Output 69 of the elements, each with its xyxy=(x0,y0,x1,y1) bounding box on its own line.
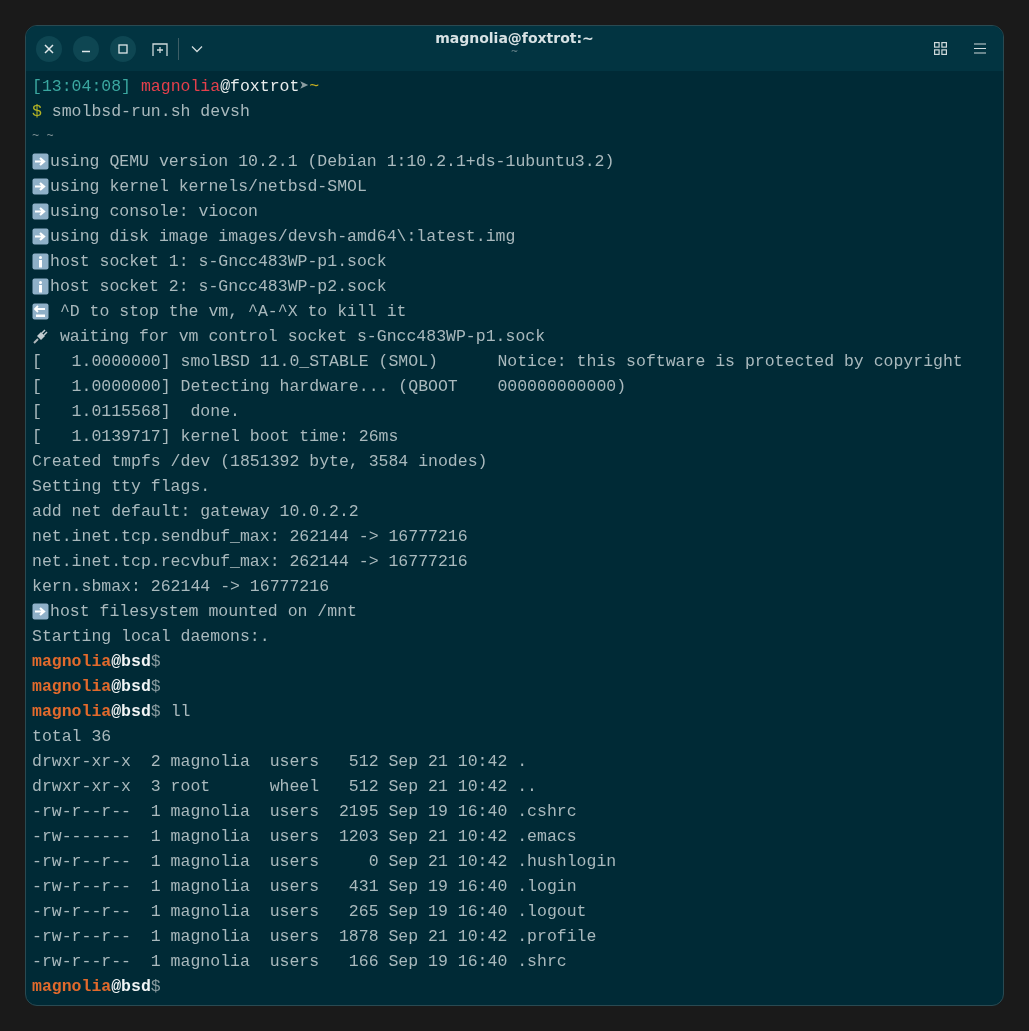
terminal-text: using QEMU version 10.2.1 (Debian 1:10.2.1+ds-1ubuntu3.2) xyxy=(50,151,615,173)
username: magnolia xyxy=(32,651,112,673)
new-tab-icon xyxy=(152,41,168,56)
chevron-down-icon xyxy=(191,44,203,53)
window-subtitle: ~ xyxy=(510,46,519,56)
close-button[interactable] xyxy=(36,35,62,62)
terminal-text: -rw-r--r-- 1 magnolia users 2195 Sep 19 16:40 .cshrc xyxy=(32,801,577,823)
terminal-text: -rw-r--r-- 1 magnolia users 265 Sep 19 16:40 .logout xyxy=(32,901,587,923)
timestamp: [13:04:08] xyxy=(32,76,133,98)
terminal-text: ~ ~ xyxy=(32,128,54,145)
plug-icon xyxy=(32,328,49,345)
hostname: @bsd xyxy=(111,651,151,673)
terminal-text: waiting for vm control socket s-Gncc483WP-p1.sock xyxy=(58,326,546,348)
terminal-text: -rw------- 1 magnolia users 1203 Sep 21 10:42 .emacs xyxy=(32,826,577,848)
prompt-symbol: $ xyxy=(150,651,161,673)
prompt-symbol: $ xyxy=(32,101,43,123)
terminal-text: drwxr-xr-x 2 magnolia users 512 Sep 21 10:42 . xyxy=(32,751,528,773)
hostname: @foxtrot xyxy=(220,76,300,98)
terminal-text: add net default: gateway 10.0.2.2 xyxy=(32,501,359,523)
username: magnolia xyxy=(32,701,112,723)
terminal-text: net.inet.tcp.sendbuf_max: 262144 -> 16777216 xyxy=(32,526,468,548)
prompt-symbol: $ xyxy=(150,976,161,998)
current-directory: ~ xyxy=(309,76,320,98)
username: magnolia xyxy=(32,976,112,998)
maximize-button[interactable] xyxy=(110,35,136,62)
right-arrow-icon xyxy=(32,153,49,170)
terminal-text: Created tmpfs /dev (1851392 byte, 3584 inodes) xyxy=(32,451,488,473)
terminal-text: total 36 xyxy=(32,726,112,748)
terminal-text: [ 1.0139717] kernel boot time: 26ms xyxy=(32,426,399,448)
right-arrow-icon xyxy=(32,203,49,220)
username: magnolia xyxy=(140,76,221,98)
info-icon xyxy=(32,253,49,270)
hostname: @bsd xyxy=(111,701,151,723)
terminal-text: host socket 1: s-Gncc483WP-p1.sock xyxy=(50,251,387,273)
terminal-text: using kernel kernels/netbsd-SMOL xyxy=(50,176,367,198)
terminal-text: ll xyxy=(169,701,191,723)
terminal-text: drwxr-xr-x 3 root wheel 512 Sep 21 10:42 .. xyxy=(32,776,537,798)
window-title: magnolia@foxtrot:~ xyxy=(435,30,594,46)
terminal-text: host socket 2: s-Gncc483WP-p2.sock xyxy=(50,276,387,298)
terminal-text: kern.sbmax: 262144 -> 16777216 xyxy=(32,576,330,598)
prompt-symbol: $ xyxy=(150,701,161,723)
hostname: @bsd xyxy=(111,676,151,698)
terminal-text: ^D to stop the vm, ^A-^X to kill it xyxy=(58,301,407,323)
info-icon xyxy=(32,278,49,295)
terminal-text: Setting tty flags. xyxy=(32,476,211,498)
terminal-text: host filesystem mounted on /mnt xyxy=(50,601,357,623)
terminal-text: -rw-r--r-- 1 magnolia users 166 Sep 19 16:40 .shrc xyxy=(32,951,567,973)
terminal-text: using console: viocon xyxy=(50,201,258,223)
close-icon xyxy=(44,43,54,54)
terminal-text: [ 1.0000000] smolBSD 11.0_STABLE (SMOL) Notice: this software is protected by copyright xyxy=(32,351,963,373)
username: magnolia xyxy=(32,676,112,698)
right-arrow-icon xyxy=(32,178,49,195)
menu-icon xyxy=(974,43,986,54)
right-arrow-icon xyxy=(32,228,49,245)
grid-icon xyxy=(933,42,947,55)
terminal-text: Starting local daemons:. xyxy=(32,626,270,648)
right-arrow-icon xyxy=(32,603,49,620)
maximize-icon xyxy=(118,43,128,54)
terminal-text: -rw-r--r-- 1 magnolia users 431 Sep 19 16:40 .login xyxy=(32,876,577,898)
terminal-text: [ 1.0000000] Detecting hardware... (QBOOT 000000000000) xyxy=(32,376,627,398)
prompt-arrow: ➤ xyxy=(299,76,310,98)
terminal-text: -rw-r--r-- 1 magnolia users 0 Sep 21 10:42 .hushlogin xyxy=(32,851,617,873)
terminal-text: [ 1.0115568] done. xyxy=(32,401,240,423)
prompt-symbol: $ xyxy=(150,676,161,698)
hostname: @bsd xyxy=(111,976,151,998)
terminal-text: net.inet.tcp.recvbuf_max: 262144 -> 16777216 xyxy=(32,551,468,573)
terminal-text: using disk image images/devsh-amd64\:latest.img xyxy=(50,226,516,248)
terminal-text: smolbsd-run.sh devsh xyxy=(51,101,250,123)
terminal-text: -rw-r--r-- 1 magnolia users 1878 Sep 21 10:42 .profile xyxy=(32,926,597,948)
